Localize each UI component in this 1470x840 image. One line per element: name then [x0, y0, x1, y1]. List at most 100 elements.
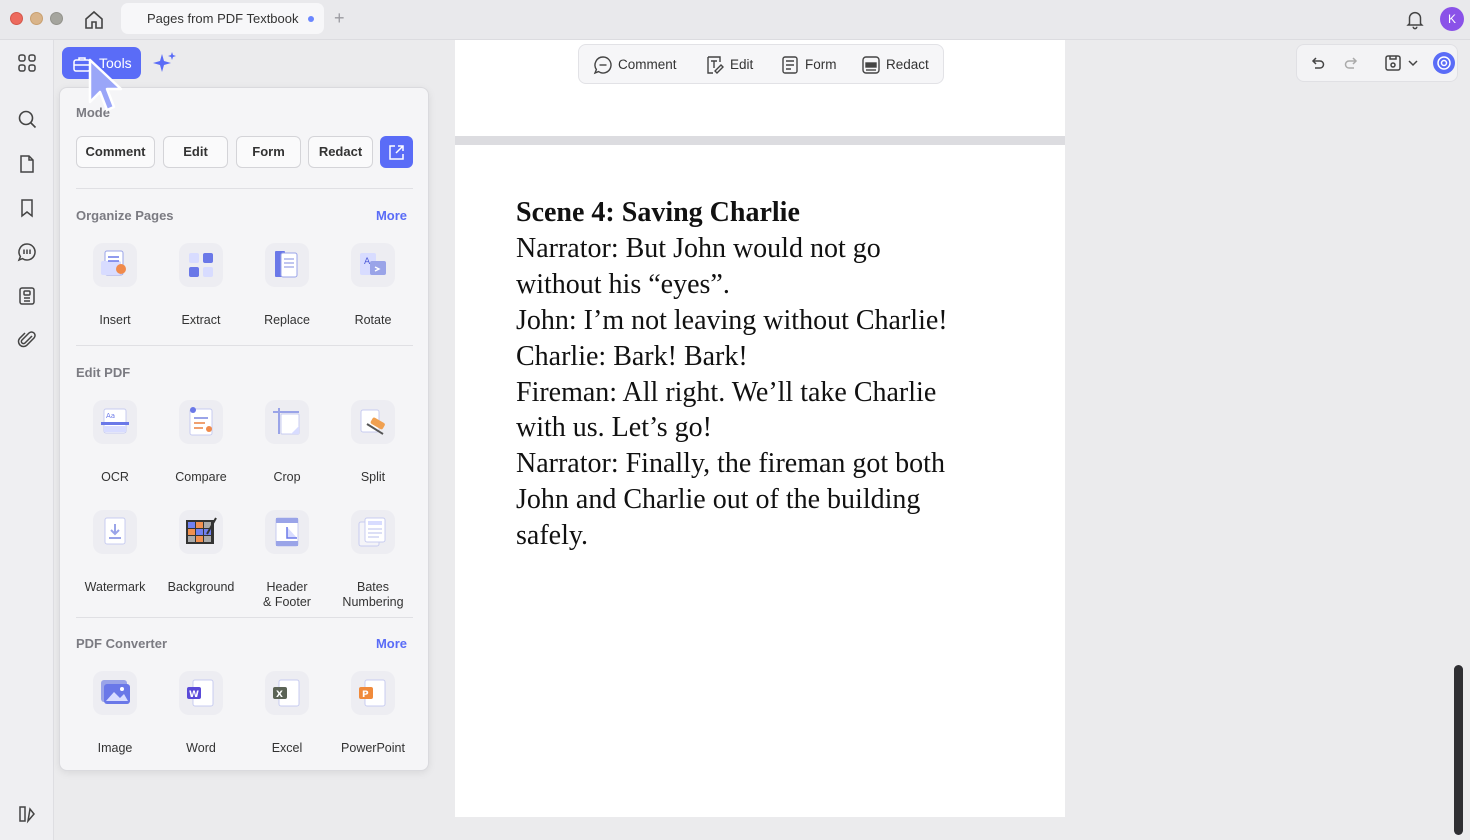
bookmark-icon[interactable]	[16, 197, 38, 219]
document-tab-title: Pages from PDF Textbook	[147, 11, 299, 26]
minimize-window-button[interactable]	[30, 12, 43, 25]
stamp-icon[interactable]	[16, 285, 38, 307]
rotate-page-icon: A	[351, 243, 395, 287]
page-icon[interactable]	[16, 153, 38, 175]
notification-bell-icon[interactable]	[1404, 8, 1426, 30]
converter-section-title: PDF Converter	[76, 636, 168, 651]
powerpoint-label: PowerPoint	[341, 741, 405, 755]
form-mode-label: Form	[805, 57, 837, 72]
comment-icon	[593, 56, 612, 75]
converter-more-link[interactable]: More	[376, 636, 407, 651]
image-file-icon	[93, 671, 137, 715]
header-footer-label: Header & Footer	[263, 580, 311, 609]
replace-label: Replace	[264, 313, 310, 327]
redact-icon	[862, 56, 880, 74]
home-icon[interactable]	[82, 8, 106, 32]
redact-mode-label: Redact	[886, 57, 929, 72]
zoom-window-button[interactable]	[50, 12, 63, 25]
crop-icon	[265, 400, 309, 444]
scrollbar-thumb[interactable]	[1454, 665, 1463, 835]
text-line: safely.	[516, 520, 589, 552]
search-icon[interactable]	[16, 108, 38, 130]
header-footer-icon	[265, 510, 309, 554]
excel-label: Excel	[271, 741, 303, 755]
svg-text:P: P	[362, 690, 369, 700]
word-file-icon: W	[179, 671, 223, 715]
unsaved-dot-icon	[308, 16, 314, 22]
user-avatar[interactable]: K	[1440, 7, 1464, 31]
split-icon	[351, 400, 395, 444]
external-link-icon	[389, 145, 404, 160]
compare-label: Compare	[175, 470, 227, 484]
background-icon	[179, 510, 223, 554]
extract-label: Extract	[181, 313, 221, 327]
edit-pdf-section-title: Edit PDF	[76, 365, 131, 380]
edit-mode-label: Edit	[730, 57, 754, 72]
compare-icon	[179, 400, 223, 444]
svg-text:X: X	[276, 690, 283, 700]
tools-panel: Mode Comment Edit Form Redact Organize P…	[59, 87, 429, 771]
panel-edit-button[interactable]: Edit	[163, 136, 228, 168]
replace-page-icon	[265, 243, 309, 287]
word-label: Word	[186, 741, 216, 755]
text-line: Narrator: Finally, the fireman got both	[516, 448, 945, 480]
undo-icon[interactable]	[1307, 53, 1327, 73]
comment-mode-label: Comment	[618, 57, 677, 72]
watermark-label: Watermark	[84, 580, 146, 594]
redo-icon[interactable]	[1342, 53, 1362, 73]
panel-comment-button[interactable]: Comment	[76, 136, 155, 168]
chevron-down-icon[interactable]	[1407, 53, 1419, 73]
text-line: Charlie: Bark! Bark!	[516, 340, 748, 372]
svg-text:W: W	[189, 690, 199, 700]
comment-list-icon[interactable]	[16, 241, 38, 263]
page-text: Scene 4: Saving Charlie Narrator: But Jo…	[516, 195, 1036, 554]
attachment-icon[interactable]	[16, 329, 38, 351]
mode-toolbar: Comment Edit Form Redact	[578, 44, 944, 84]
insert-page-icon	[93, 243, 137, 287]
form-icon	[782, 56, 798, 74]
panel-form-button[interactable]: Form	[236, 136, 301, 168]
powerpoint-file-icon: P	[351, 671, 395, 715]
page-separator	[455, 136, 1065, 145]
text-line: John and Charlie out of the building	[516, 484, 921, 516]
text-line: with us. Let’s go!	[516, 412, 712, 444]
sidebar-toggle-icon[interactable]	[16, 803, 38, 825]
organize-more-link[interactable]: More	[376, 208, 407, 223]
title-bar: Pages from PDF Textbook + K	[0, 0, 1470, 40]
ocr-label: OCR	[101, 470, 129, 484]
left-rail	[0, 40, 54, 840]
panel-redact-button[interactable]: Redact	[308, 136, 373, 168]
extract-page-icon	[179, 243, 223, 287]
svg-text:Aa: Aa	[106, 412, 115, 420]
background-label: Background	[167, 580, 235, 594]
document-tab[interactable]: Pages from PDF Textbook	[121, 3, 324, 34]
image-label: Image	[97, 741, 133, 755]
open-mode-button[interactable]	[380, 136, 413, 168]
crop-label: Crop	[273, 470, 301, 484]
close-window-button[interactable]	[10, 12, 23, 25]
insert-label: Insert	[99, 313, 131, 327]
excel-file-icon: X	[265, 671, 309, 715]
grid-icon[interactable]	[16, 52, 38, 74]
watermark-icon	[93, 510, 137, 554]
section-divider	[76, 188, 413, 189]
organize-section-title: Organize Pages	[76, 208, 174, 223]
text-line: without his “eyes”.	[516, 268, 730, 300]
ai-sparkle-icon[interactable]	[152, 50, 178, 76]
svg-text:A: A	[364, 257, 371, 267]
ocr-icon: Aa	[93, 400, 137, 444]
split-label: Split	[360, 470, 386, 484]
new-tab-button[interactable]: +	[334, 9, 345, 27]
section-divider	[76, 617, 413, 618]
bates-numbering-icon	[351, 510, 395, 554]
mouse-pointer-icon	[88, 58, 123, 112]
text-line: Narrator: But John would not go	[516, 232, 881, 264]
bates-numbering-label: Bates Numbering	[342, 580, 404, 609]
section-divider	[76, 345, 413, 346]
edit-text-icon	[707, 56, 724, 74]
text-line: John: I’m not leaving without Charlie!	[516, 304, 948, 336]
pdf-page[interactable]: Scene 4: Saving Charlie Narrator: But Jo…	[455, 145, 1065, 817]
rotate-label: Rotate	[354, 313, 392, 327]
scene-heading: Scene 4: Saving Charlie	[516, 197, 800, 228]
save-icon[interactable]	[1383, 53, 1403, 73]
